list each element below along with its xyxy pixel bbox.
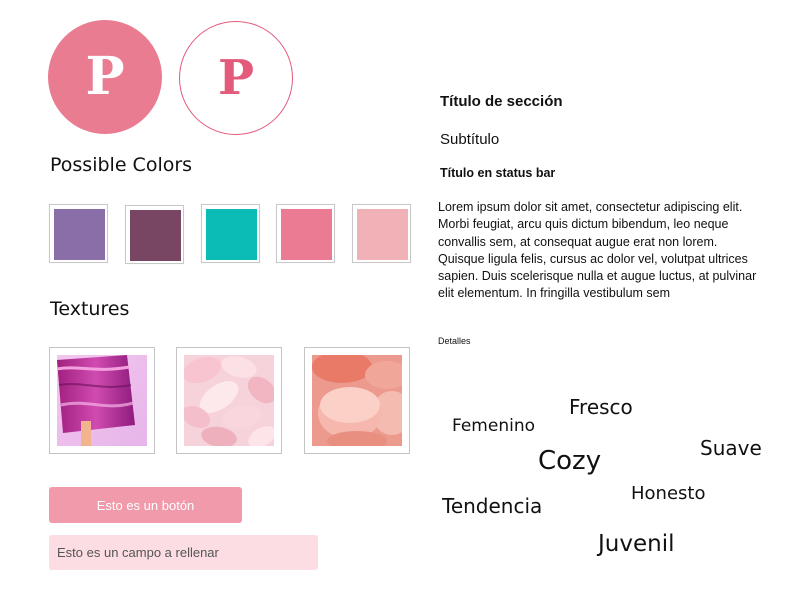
section-title: Título de sección [440,93,563,110]
textures-heading: Textures [50,298,130,320]
word-honesto: Honesto [631,483,706,504]
swatch-fill [357,209,408,260]
word-tendencia: Tendencia [442,494,543,518]
details-label: Detalles [438,336,471,346]
purple-glitter-texture-image [57,355,147,446]
sample-text-field[interactable]: Esto es un campo a rellenar [49,535,318,570]
rose-petals-texture-image [184,355,274,446]
swatch-fill [206,209,257,260]
word-cozy: Cozy [538,446,602,476]
color-swatch-pink [276,204,335,263]
color-swatch-plum [125,205,184,264]
swatch-fill [281,209,332,260]
texture-card-glitter [49,347,155,454]
texture-card-petals [176,347,282,454]
logo-letter: P [85,46,125,107]
word-femenino: Femenino [452,416,535,436]
swatch-fill [54,209,105,260]
subtitle: Subtítulo [440,131,500,148]
statusbar-title: Título en status bar [440,166,556,180]
texture-card-macarons [304,347,410,454]
logo-letter: P [217,50,255,106]
word-fresco: Fresco [569,395,633,419]
logo-filled: P [48,20,162,134]
color-swatch-purple [49,204,108,263]
word-juvenil: Juvenil [598,531,675,557]
sample-button[interactable]: Esto es un botón [49,487,242,523]
body-paragraph: Lorem ipsum dolor sit amet, consectetur … [438,200,757,301]
macarons-texture-image [312,355,402,446]
word-suave: Suave [700,436,762,460]
logo-outline: P [179,21,293,135]
colors-heading: Possible Colors [50,154,193,176]
color-swatch-teal [201,204,260,263]
swatch-fill [130,210,181,261]
color-swatch-light-pink [352,204,411,263]
